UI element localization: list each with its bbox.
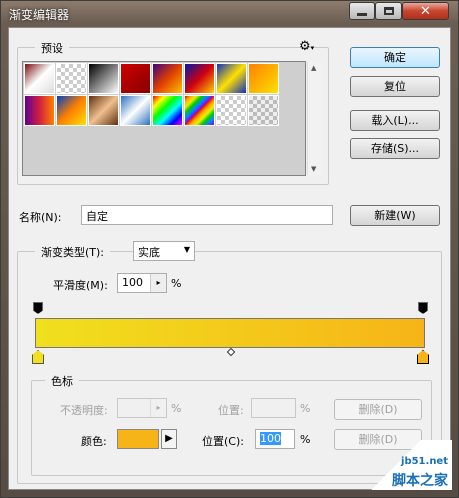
position-percent: %	[300, 433, 311, 446]
preset-swatch[interactable]	[248, 63, 279, 94]
preset-swatch[interactable]	[184, 63, 215, 94]
reset-button[interactable]: 复位	[350, 76, 440, 97]
preset-swatch[interactable]	[216, 63, 247, 94]
load-button[interactable]: 载入(L)...	[350, 110, 440, 131]
preset-swatch[interactable]	[24, 95, 55, 126]
position-field[interactable]: 100	[255, 429, 295, 449]
opacity-percent: %	[171, 402, 182, 415]
color-label: 颜色:	[81, 435, 107, 448]
opacity-field: ▸	[117, 398, 167, 418]
maximize-icon	[383, 7, 394, 15]
gear-menu-icon[interactable]: ⚙▾	[299, 39, 314, 54]
preset-swatch[interactable]	[56, 95, 87, 126]
chevron-right-icon[interactable]: ▸	[150, 274, 166, 292]
position-label: 位置(C):	[202, 435, 244, 448]
chevron-right-icon: ▸	[150, 399, 166, 417]
minimize-icon	[357, 12, 367, 16]
gradient-type-select[interactable]: 实底 ▼	[133, 241, 195, 261]
smoothness-field[interactable]: 100 ▸	[117, 273, 167, 293]
opacity-position-field	[251, 398, 296, 418]
preset-swatch[interactable]	[56, 63, 87, 94]
smoothness-value: 100	[122, 276, 143, 289]
preset-swatch[interactable]	[184, 95, 215, 126]
opacity-position-label: 位置:	[218, 404, 244, 417]
close-icon: ✕	[420, 3, 431, 19]
presets-swatch-grid: ▲ ▼	[22, 61, 321, 176]
ok-button[interactable]: 确定	[350, 47, 440, 68]
delete-opacity-stop-button: 删除(D)	[334, 399, 422, 420]
minimize-button[interactable]	[349, 2, 375, 20]
preset-swatch[interactable]	[120, 95, 151, 126]
preset-swatch[interactable]	[152, 95, 183, 126]
presets-label: 预设	[35, 40, 69, 56]
scroll-down-icon[interactable]: ▼	[311, 165, 316, 173]
color-menu-button[interactable]: ▶	[161, 429, 177, 449]
gradient-ramp[interactable]	[35, 318, 425, 348]
watermark-url: jb51.net	[401, 456, 448, 467]
opacity-label: 不透明度:	[60, 404, 108, 417]
watermark: jb51.net 脚本之家	[367, 440, 452, 490]
position-value: 100	[260, 432, 281, 445]
gradient-editor-window: 渐变编辑器 ✕ 预设 ⚙▾ ▲ ▼ 确定 复位 载入(L)... 存储(S)..…	[0, 0, 459, 498]
presets-scrollbar[interactable]: ▲ ▼	[307, 62, 321, 175]
gradient-type-value: 实底	[138, 246, 160, 259]
stops-label: 色标	[45, 373, 79, 389]
chevron-down-icon: ▼	[183, 245, 190, 254]
gradient-type-label: 渐变类型(T):	[35, 244, 111, 260]
name-field[interactable]: 自定	[81, 205, 333, 225]
dialog-body: 预设 ⚙▾ ▲ ▼ 确定 复位 载入(L)... 存储(S)... 名称(N):…	[8, 27, 452, 490]
scroll-up-icon[interactable]: ▲	[311, 64, 316, 72]
preset-swatch[interactable]	[248, 95, 279, 126]
preset-swatch[interactable]	[24, 63, 55, 94]
smoothness-label: 平滑度(M):	[53, 279, 108, 292]
watermark-brand: 脚本之家	[392, 473, 448, 489]
preset-swatch[interactable]	[120, 63, 151, 94]
title-bar[interactable]: 渐变编辑器 ✕	[1, 1, 458, 27]
preset-swatch[interactable]	[88, 95, 119, 126]
opacity-position-percent: %	[300, 402, 311, 415]
percent-label: %	[171, 277, 182, 290]
window-title: 渐变编辑器	[9, 8, 70, 22]
new-button[interactable]: 新建(W)	[350, 205, 440, 226]
preset-swatch[interactable]	[88, 63, 119, 94]
maximize-button[interactable]	[375, 2, 402, 20]
preset-swatch[interactable]	[152, 63, 183, 94]
save-button[interactable]: 存储(S)...	[350, 138, 440, 159]
close-button[interactable]: ✕	[402, 2, 449, 20]
name-label: 名称(N):	[19, 211, 62, 224]
stop-color-swatch[interactable]	[117, 429, 159, 449]
preset-swatch[interactable]	[216, 95, 247, 126]
